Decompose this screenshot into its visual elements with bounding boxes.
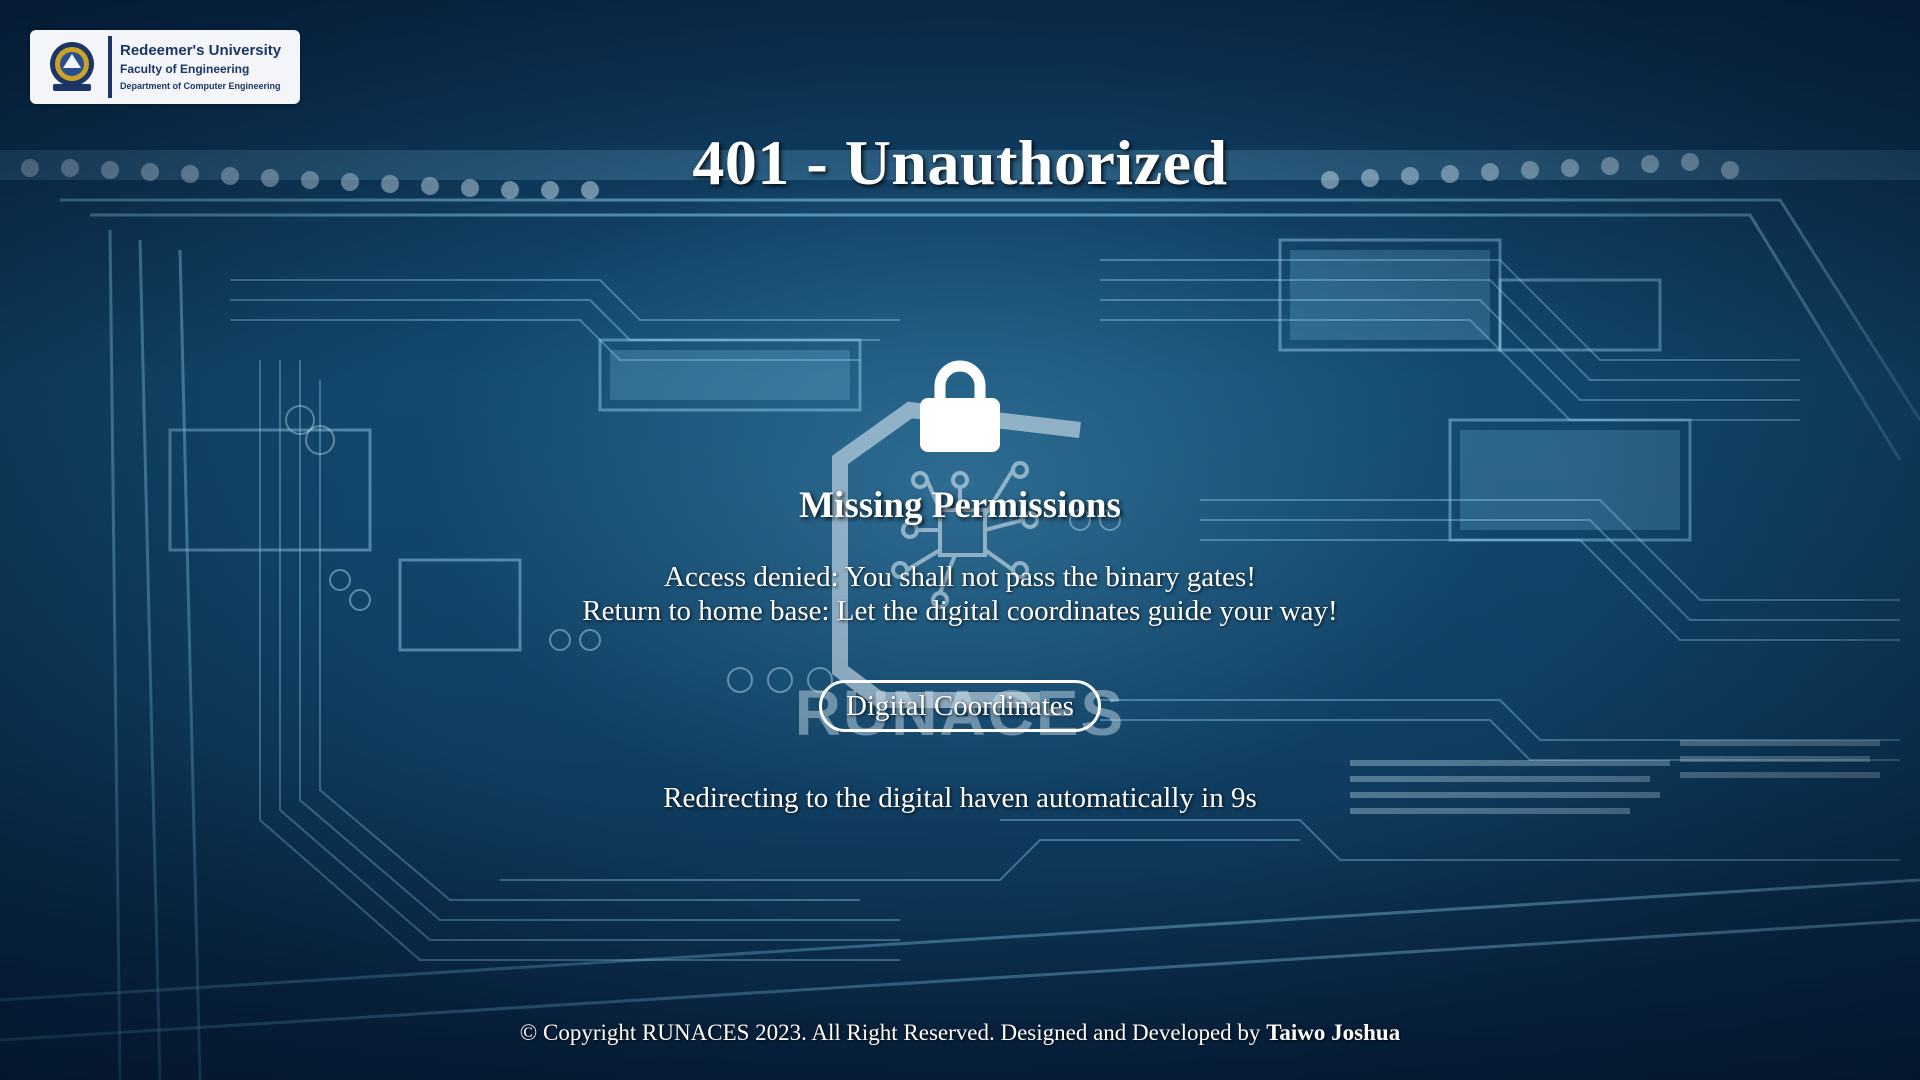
logo-divider bbox=[108, 36, 112, 98]
faculty-name: Faculty of Engineering bbox=[120, 61, 250, 76]
page-title: 401 - Unauthorized bbox=[692, 127, 1228, 198]
lock-icon bbox=[920, 360, 1000, 452]
university-crest-icon bbox=[42, 37, 102, 97]
footer-author-link[interactable]: Taiwo Joshua bbox=[1266, 1020, 1400, 1045]
message-line-1: Access denied: You shall not pass the bi… bbox=[664, 561, 1256, 593]
footer-copyright: © Copyright RUNACES 2023. All Right Rese… bbox=[519, 1020, 1261, 1045]
redirect-countdown: Redirecting to the digital haven automat… bbox=[663, 782, 1257, 814]
university-logo: Redeemer's University Faculty of Enginee… bbox=[30, 30, 300, 104]
page-subtitle: Missing Permissions bbox=[799, 485, 1121, 526]
logo-text-block: Redeemer's University Faculty of Enginee… bbox=[120, 42, 281, 91]
department-name: Department of Computer Engineering bbox=[120, 81, 281, 92]
error-message: Access denied: You shall not pass the bi… bbox=[0, 560, 1920, 628]
footer: © Copyright RUNACES 2023. All Right Rese… bbox=[0, 1020, 1920, 1046]
message-line-2: Return to home base: Let the digital coo… bbox=[582, 595, 1338, 627]
digital-coordinates-button[interactable]: Digital Coordinates bbox=[819, 680, 1101, 732]
university-name: Redeemer's University bbox=[120, 42, 282, 60]
